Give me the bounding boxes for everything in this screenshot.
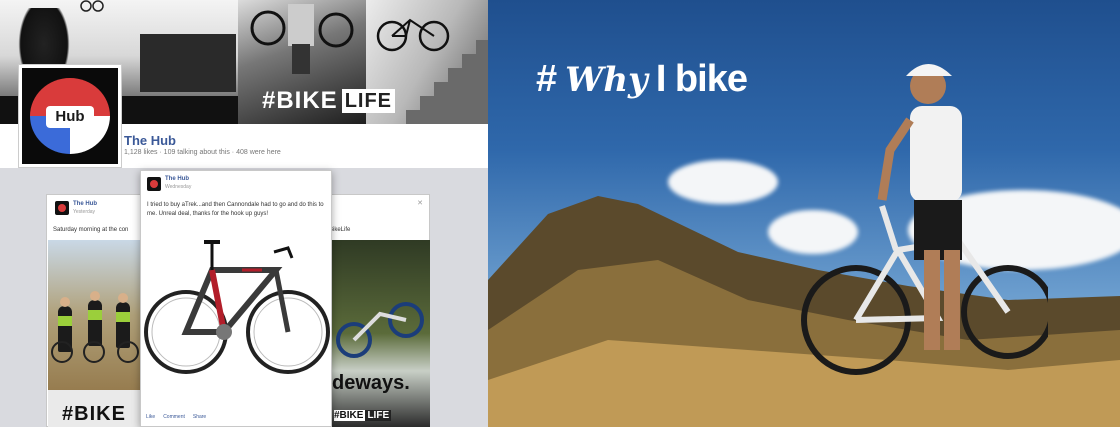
staircase-icon (406, 40, 488, 124)
post-author[interactable]: The Hub (165, 176, 189, 182)
post-timestamp[interactable]: Wednesday (165, 184, 191, 190)
close-icon[interactable]: ✕ (417, 199, 423, 207)
page-avatar[interactable]: Hub (18, 64, 122, 168)
why-i-bike-title: # Why I bike (536, 58, 748, 101)
bikelife-hashtag-box: LIFE (341, 89, 396, 113)
photo-hashtag-right-text: #BIKE (334, 410, 364, 421)
house-silhouette (140, 34, 236, 92)
title-why: Why (565, 60, 648, 100)
title-hash: # (536, 58, 558, 100)
photo-hashtag-right: #BIKE LIFE (334, 410, 392, 421)
bikes-row-icon (51, 341, 139, 363)
share-link[interactable]: Share (193, 414, 206, 420)
trail-photo[interactable] (330, 240, 430, 427)
post-avatar[interactable] (147, 177, 161, 191)
hub-logo: Hub (22, 68, 118, 164)
post-text-end: BikeLife (329, 227, 351, 233)
page-stats: 1,128 likes · 109 talking about this · 4… (124, 149, 281, 156)
title-words: I bike (655, 58, 748, 100)
post-timestamp[interactable]: Yesterday (73, 209, 95, 215)
post-avatar[interactable] (55, 201, 69, 215)
facebook-page-panel: #BIKE LIFE Hub The Hub 1,128 likes · 109… (0, 0, 488, 427)
post-actions: Like Comment Share (146, 414, 206, 420)
comment-link[interactable]: Comment (163, 414, 185, 420)
jumping-bike-icon (336, 302, 424, 358)
jumping-bike-icon (80, 0, 104, 12)
page-name[interactable]: The Hub (124, 133, 176, 148)
logo-text: Hub (46, 106, 94, 128)
bikelife-hashtag-text: #BIKE (262, 87, 338, 114)
photo-ad-text: deways. (332, 372, 410, 394)
cyclist-figure (801, 64, 1048, 375)
like-link[interactable]: Like (146, 414, 155, 420)
hero-photo: # Why I bike (488, 0, 1120, 427)
photo-hashtag-left: #BIKE (62, 403, 126, 425)
post-text-start: Saturday morning at the con (53, 227, 129, 233)
group-ride-photo[interactable] (48, 240, 144, 427)
post-text: I tried to buy aTrek...and then Cannonda… (147, 202, 324, 217)
bikelife-hashtag: #BIKE LIFE (262, 87, 396, 114)
road-bike-photo[interactable] (142, 220, 330, 408)
post-author[interactable]: The Hub (73, 201, 97, 207)
photo-hashtag-right-box: LIFE (365, 410, 392, 421)
